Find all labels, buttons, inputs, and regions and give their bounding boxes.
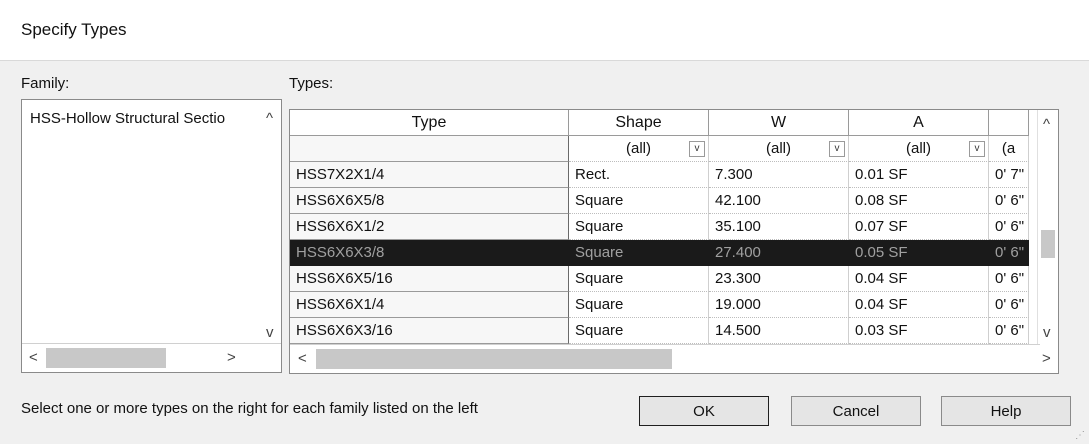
next-cell: 0' 6" — [989, 318, 1029, 344]
table-row[interactable]: HSS6X6X3/16 Square 14.500 0.03 SF 0' 6" — [290, 318, 1029, 344]
shape-cell: Square — [569, 240, 709, 266]
chevron-right-icon[interactable]: > — [1042, 350, 1051, 367]
ok-button[interactable]: OK — [639, 396, 769, 426]
column-header-type[interactable]: Type — [290, 110, 569, 136]
type-cell[interactable]: HSS6X6X3/8 — [290, 240, 569, 266]
a-cell: 0.07 SF — [849, 214, 989, 240]
type-cell[interactable]: HSS6X6X1/4 — [290, 292, 569, 318]
chevron-up-icon[interactable]: ^ — [1043, 116, 1050, 133]
family-vertical-scrollbar[interactable]: ^ v — [263, 100, 281, 344]
shape-cell: Square — [569, 266, 709, 292]
a-cell: 0.05 SF — [849, 240, 989, 266]
w-cell: 19.000 — [709, 292, 849, 318]
chevron-left-icon[interactable]: < — [29, 349, 38, 366]
shape-cell: Square — [569, 214, 709, 240]
column-header-w[interactable]: W — [709, 110, 849, 136]
header-row: Type Shape W A — [290, 110, 1029, 136]
family-horizontal-scrollbar[interactable]: < > — [22, 343, 281, 372]
table-row[interactable]: HSS6X6X5/8 Square 42.100 0.08 SF 0' 6" — [290, 188, 1029, 214]
cancel-button[interactable]: Cancel — [791, 396, 921, 426]
w-cell: 42.100 — [709, 188, 849, 214]
table-row[interactable]: HSS6X6X1/4 Square 19.000 0.04 SF 0' 6" — [290, 292, 1029, 318]
chevron-right-icon[interactable]: > — [227, 349, 236, 366]
chevron-down-icon[interactable]: v — [266, 324, 274, 341]
family-label: Family: — [21, 75, 70, 92]
column-header-next[interactable] — [989, 110, 1029, 136]
family-item-hss[interactable]: HSS-Hollow Structural Sectio — [30, 110, 225, 127]
resize-grip-icon[interactable]: ⋰ — [1075, 430, 1085, 441]
filter-shape-value: (all) — [626, 140, 651, 157]
title-bar: Specify Types — [0, 0, 1089, 61]
shape-cell: Rect. — [569, 162, 709, 188]
instruction-text: Select one or more types on the right fo… — [21, 400, 478, 417]
type-cell[interactable]: HSS6X6X3/16 — [290, 318, 569, 344]
chevron-left-icon[interactable]: < — [298, 350, 307, 367]
w-cell: 27.400 — [709, 240, 849, 266]
shape-cell: Square — [569, 292, 709, 318]
w-cell: 14.500 — [709, 318, 849, 344]
w-cell: 35.100 — [709, 214, 849, 240]
types-horizontal-scrollbar[interactable]: < > — [290, 344, 1051, 373]
types-horizontal-scroll-thumb[interactable] — [316, 349, 672, 369]
filter-a-value: (all) — [906, 140, 931, 157]
types-vertical-scrollbar[interactable]: ^ v — [1037, 110, 1058, 346]
filter-cell-type — [290, 136, 569, 162]
a-cell: 0.03 SF — [849, 318, 989, 344]
types-vertical-scroll-thumb[interactable] — [1041, 230, 1055, 258]
next-cell: 0' 7" — [989, 162, 1029, 188]
next-cell: 0' 6" — [989, 240, 1029, 266]
a-cell: 0.04 SF — [849, 292, 989, 318]
table-row-selected[interactable]: HSS6X6X3/8 Square 27.400 0.05 SF 0' 6" — [290, 240, 1029, 266]
family-scroll-thumb[interactable] — [46, 348, 166, 368]
next-cell: 0' 6" — [989, 188, 1029, 214]
column-header-shape[interactable]: Shape — [569, 110, 709, 136]
chevron-down-icon[interactable]: v — [689, 141, 705, 157]
help-button[interactable]: Help — [941, 396, 1071, 426]
type-cell[interactable]: HSS6X6X1/2 — [290, 214, 569, 240]
w-cell: 23.300 — [709, 266, 849, 292]
next-cell: 0' 6" — [989, 292, 1029, 318]
types-grid[interactable]: Type Shape W A (all) v (all) v (all) v (a H… — [289, 109, 1059, 374]
table-row[interactable]: HSS6X6X1/2 Square 35.100 0.07 SF 0' 6" — [290, 214, 1029, 240]
next-cell: 0' 6" — [989, 214, 1029, 240]
filter-w[interactable]: (all) v — [709, 136, 849, 162]
chevron-down-icon[interactable]: v — [829, 141, 845, 157]
types-label: Types: — [289, 75, 334, 92]
family-list[interactable]: HSS-Hollow Structural Sectio ^ v < > — [21, 99, 282, 373]
table-row[interactable]: HSS7X2X1/4 Rect. 7.300 0.01 SF 0' 7" — [290, 162, 1029, 188]
filter-next[interactable]: (a — [989, 136, 1029, 162]
dialog-title: Specify Types — [21, 20, 127, 39]
chevron-up-icon[interactable]: ^ — [266, 110, 273, 127]
filter-w-value: (all) — [766, 140, 791, 157]
next-cell: 0' 6" — [989, 266, 1029, 292]
a-cell: 0.01 SF — [849, 162, 989, 188]
shape-cell: Square — [569, 188, 709, 214]
type-cell[interactable]: HSS6X6X5/8 — [290, 188, 569, 214]
w-cell: 7.300 — [709, 162, 849, 188]
shape-cell: Square — [569, 318, 709, 344]
a-cell: 0.08 SF — [849, 188, 989, 214]
chevron-down-icon[interactable]: v — [1043, 324, 1051, 341]
table-row[interactable]: HSS6X6X5/16 Square 23.300 0.04 SF 0' 6" — [290, 266, 1029, 292]
chevron-down-icon[interactable]: v — [969, 141, 985, 157]
filter-a[interactable]: (all) v — [849, 136, 989, 162]
filter-shape[interactable]: (all) v — [569, 136, 709, 162]
type-cell[interactable]: HSS6X6X5/16 — [290, 266, 569, 292]
filter-row: (all) v (all) v (all) v (a — [290, 136, 1029, 162]
a-cell: 0.04 SF — [849, 266, 989, 292]
column-header-a[interactable]: A — [849, 110, 989, 136]
type-cell[interactable]: HSS7X2X1/4 — [290, 162, 569, 188]
